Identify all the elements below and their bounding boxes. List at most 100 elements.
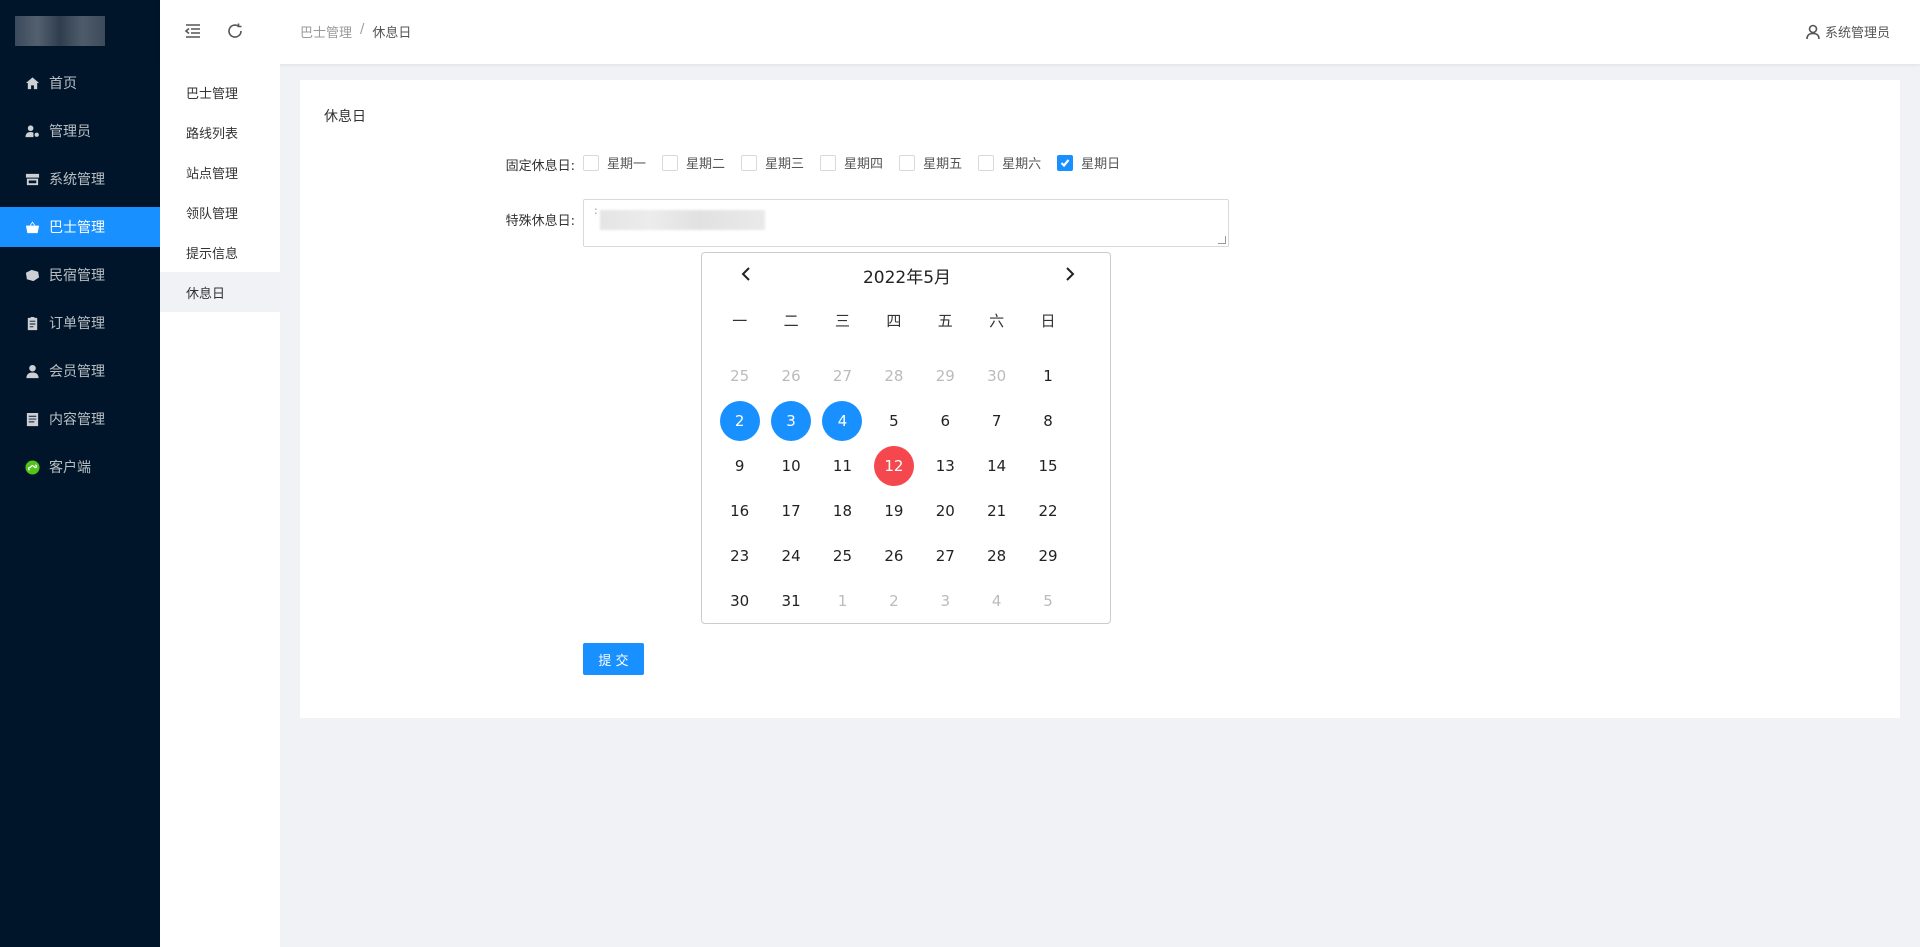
calendar-day[interactable]: 10 (765, 443, 816, 488)
checkbox-wednesday[interactable]: 星期三 (741, 153, 804, 172)
calendar-day[interactable]: 28 (868, 353, 919, 398)
calendar-day-selected[interactable]: 3 (765, 398, 816, 443)
calendar-day[interactable]: 27 (817, 353, 868, 398)
calendar-day[interactable]: 9 (714, 443, 765, 488)
next-month-button[interactable] (1055, 259, 1085, 289)
calendar-day[interactable]: 27 (920, 533, 971, 578)
calendar-day-number: 11 (832, 456, 853, 475)
calendar-day[interactable]: 2 (868, 578, 919, 623)
store-icon (24, 171, 40, 187)
checkbox-label: 星期日 (1081, 157, 1121, 172)
checkbox-box[interactable] (899, 154, 916, 171)
checkbox-box-checked[interactable] (1057, 154, 1074, 171)
calendar-day-number: 21 (987, 501, 1007, 520)
calendar-day[interactable]: 3 (920, 578, 971, 623)
calendar-day-number: 10 (781, 456, 801, 475)
calendar-day[interactable]: 7 (971, 398, 1022, 443)
sidebar-item-home[interactable]: 首页 (0, 63, 160, 103)
sidebar-item-label: 巴士管理 (49, 220, 105, 236)
calendar-day[interactable]: 5 (1022, 578, 1073, 623)
calendar-day[interactable]: 4 (971, 578, 1022, 623)
checkbox-box[interactable] (583, 154, 599, 171)
subnav-item-stations[interactable]: 站点管理 (160, 152, 280, 192)
calendar-day-number: 4 (991, 591, 1002, 610)
checkbox-box[interactable] (662, 154, 679, 171)
calendar-day-number: 31 (781, 591, 801, 610)
subnav-item-routes[interactable]: 路线列表 (160, 112, 280, 152)
calendar-day[interactable]: 30 (714, 578, 765, 623)
checkbox-label: 星期四 (844, 157, 884, 172)
calendar-day[interactable]: 26 (868, 533, 919, 578)
check-icon (1060, 158, 1070, 167)
refresh-icon[interactable] (226, 22, 244, 40)
calendar-day-number: 3 (771, 400, 812, 441)
sidebar-item-admin[interactable]: 管理员 (0, 111, 160, 151)
calendar-day[interactable]: 24 (765, 533, 816, 578)
calendar-day-today[interactable]: 12 (868, 443, 919, 488)
calendar-day[interactable]: 20 (920, 488, 971, 533)
calendar-day[interactable]: 15 (1022, 443, 1073, 488)
submit-button[interactable]: 提 交 (583, 643, 644, 675)
calendar-day[interactable]: 21 (971, 488, 1022, 533)
calendar-day[interactable]: 6 (920, 398, 971, 443)
sidebar-item-client[interactable]: 客户端 (0, 447, 160, 487)
checkbox-box[interactable] (741, 154, 758, 171)
special-rest-label: 特殊休息日: (505, 214, 575, 229)
calendar-day[interactable]: 28 (971, 533, 1022, 578)
subnav-item-rest-days[interactable]: 休息日 (160, 272, 280, 312)
basket-icon (24, 219, 40, 235)
clipboard-icon (24, 315, 40, 331)
calendar-day[interactable]: 5 (868, 398, 919, 443)
calendar-day[interactable]: 13 (920, 443, 971, 488)
calendar-day[interactable]: 19 (868, 488, 919, 533)
calendar-day[interactable]: 22 (1022, 488, 1073, 533)
subnav-item-bus[interactable]: 巴士管理 (160, 72, 280, 112)
weekday-header: 二 (783, 312, 799, 330)
checkbox-thursday[interactable]: 星期四 (820, 153, 883, 172)
sidebar-item-system[interactable]: 系统管理 (0, 159, 160, 199)
calendar-day[interactable]: 8 (1022, 398, 1073, 443)
sidebar-item-homestay[interactable]: 民宿管理 (0, 255, 160, 295)
menu-fold-icon[interactable] (184, 22, 202, 40)
calendar-day[interactable]: 16 (714, 488, 765, 533)
checkbox-tuesday[interactable]: 星期二 (662, 153, 725, 172)
calendar-day[interactable]: 31 (765, 578, 816, 623)
subnav-item-leaders[interactable]: 领队管理 (160, 192, 280, 232)
breadcrumb-item-bus[interactable]: 巴士管理 (300, 22, 352, 41)
sidebar-item-orders[interactable]: 订单管理 (0, 303, 160, 343)
resize-handle[interactable] (1218, 236, 1226, 244)
calendar-day[interactable]: 25 (714, 353, 765, 398)
calendar-day[interactable]: 1 (817, 578, 868, 623)
checkbox-sunday[interactable]: 星期日 (1057, 153, 1120, 172)
checkbox-box[interactable] (978, 154, 995, 171)
calendar-day[interactable]: 11 (817, 443, 868, 488)
subnav-item-tips[interactable]: 提示信息 (160, 232, 280, 272)
special-rest-days-textarea[interactable]: : (583, 199, 1229, 247)
checkbox-friday[interactable]: 星期五 (899, 153, 962, 172)
sidebar-item-bus[interactable]: 巴士管理 (0, 207, 160, 247)
sidebar-item-label: 内容管理 (49, 412, 105, 428)
sidebar-item-content[interactable]: 内容管理 (0, 399, 160, 439)
sidebar-item-members[interactable]: 会员管理 (0, 351, 160, 391)
calendar-day[interactable]: 30 (971, 353, 1022, 398)
calendar-day[interactable]: 29 (1022, 533, 1073, 578)
calendar-day[interactable]: 1 (1022, 353, 1073, 398)
calendar-day[interactable]: 26 (765, 353, 816, 398)
user-menu[interactable]: 系统管理员 (1805, 22, 1890, 41)
calendar-day[interactable]: 23 (714, 533, 765, 578)
logo[interactable] (15, 16, 105, 46)
checkbox-monday[interactable]: 星期一 (583, 153, 646, 172)
calendar-day[interactable]: 18 (817, 488, 868, 533)
calendar-day-selected[interactable]: 4 (817, 398, 868, 443)
checkbox-box[interactable] (820, 154, 837, 171)
calendar-day[interactable]: 14 (971, 443, 1022, 488)
calendar-day[interactable]: 25 (817, 533, 868, 578)
calendar-day[interactable]: 17 (765, 488, 816, 533)
calendar-day-selected[interactable]: 2 (714, 398, 765, 443)
calendar-day[interactable]: 29 (920, 353, 971, 398)
content-card: 休息日 固定休息日: 星期一 星期二 星期三 星期四 星期五 星期六 星期日 特… (300, 80, 1900, 718)
checkbox-saturday[interactable]: 星期六 (978, 153, 1041, 172)
calendar-day-number: 13 (935, 456, 955, 475)
user-name: 系统管理员 (1824, 26, 1890, 41)
main-menu: 首页 管理员 系统管理 巴士管理 民宿管理 订单管理 会员管理 内容管理 客户端 (0, 63, 160, 495)
